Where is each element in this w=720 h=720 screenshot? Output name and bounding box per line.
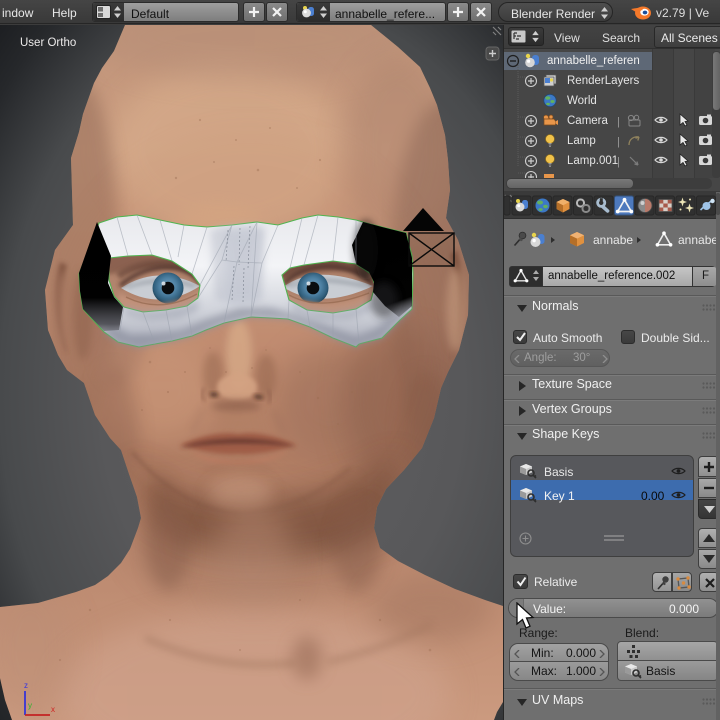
svg-text:y: y: [28, 701, 32, 710]
svg-text:x: x: [51, 705, 55, 714]
svg-text:|: |: [617, 116, 620, 128]
svg-text:|: |: [617, 136, 620, 148]
svg-text:User Ortho: User Ortho: [20, 37, 76, 49]
svg-text:z: z: [24, 681, 28, 690]
